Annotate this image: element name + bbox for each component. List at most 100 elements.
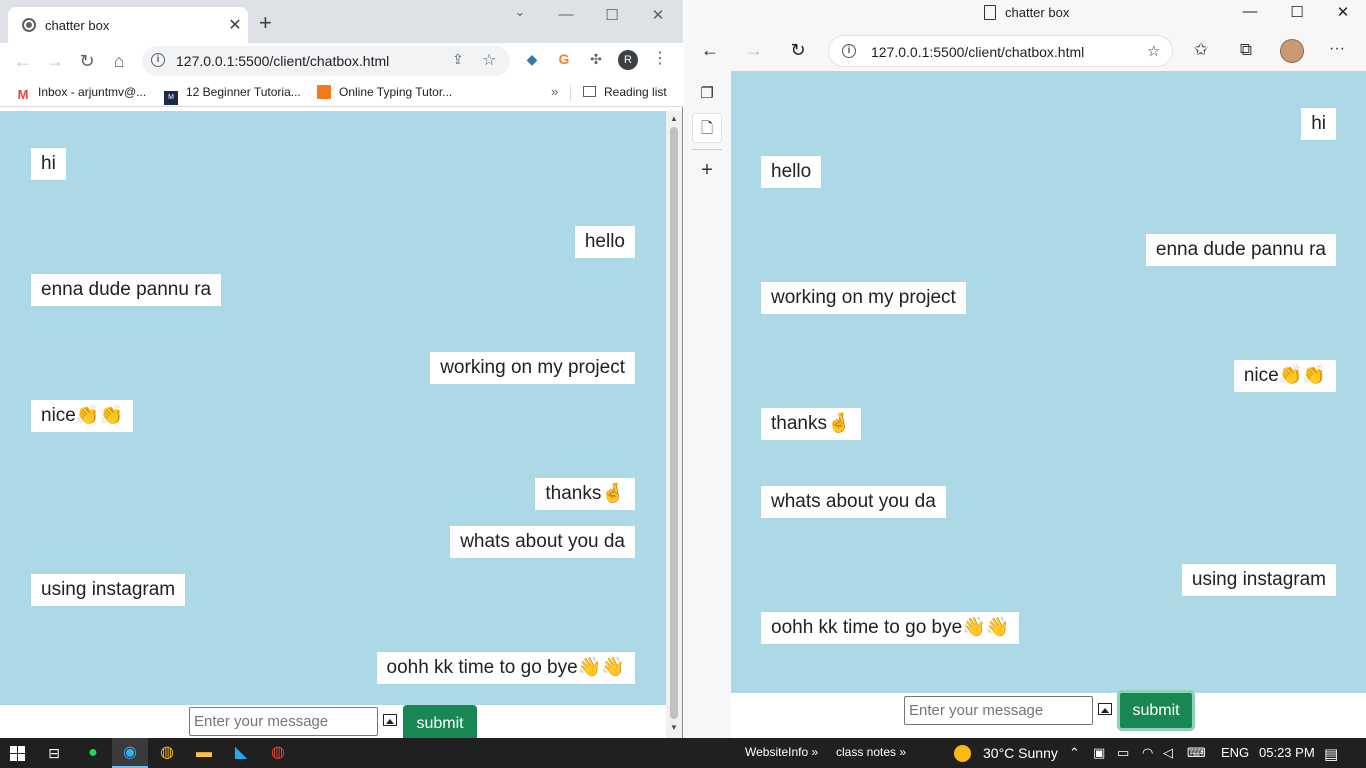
sun-weather-icon[interactable] [954, 745, 971, 762]
bookmark-label: Inbox - arjuntmv@... [38, 85, 147, 99]
scrollbar-thumb[interactable] [670, 127, 678, 719]
chat-message-left: nice👏👏 [31, 400, 134, 432]
minimize-icon[interactable]: — [1235, 3, 1265, 20]
tab-chatter-box[interactable]: chatter box ✕ [8, 7, 248, 43]
bookmarks-bar: M Inbox - arjuntmv@... M 12 Beginner Tutor… [0, 79, 683, 107]
chat-message-left: hi [31, 148, 66, 180]
battery-icon[interactable]: ▭ [1117, 745, 1129, 761]
address-bar[interactable]: i 127.0.0.1:5500/client/chatbox.html ☆ [828, 35, 1173, 67]
chat-message-right: oohh kk time to go bye👋👋 [376, 652, 635, 684]
favorites-icon[interactable]: ✩ [1190, 40, 1212, 60]
file-explorer-icon[interactable]: ▬ [186, 738, 222, 768]
home-icon[interactable]: ⌂ [108, 51, 130, 72]
edge-toolbar: ← → ↻ i 127.0.0.1:5500/client/chatbox.ht… [684, 30, 1366, 71]
address-bar[interactable]: i 127.0.0.1:5500/client/chatbox.html ⇪ ☆ [142, 46, 510, 76]
url-text[interactable]: 127.0.0.1:5500/client/chatbox.html [176, 53, 389, 69]
wifi-icon[interactable]: ◠ [1142, 745, 1153, 761]
chat-area: hi hello enna dude pannu ra working on m… [0, 111, 666, 705]
forward-icon[interactable]: → [743, 40, 765, 61]
reading-list-icon [583, 86, 596, 97]
close-tab-icon[interactable]: ✕ [226, 15, 244, 35]
chat-message-left: enna dude pannu ra [31, 274, 222, 306]
edge-titlebar: chatter box — ☐ ✕ [684, 0, 1366, 30]
image-upload-icon[interactable] [1098, 703, 1112, 715]
meet-now-icon[interactable]: ▣ [1093, 745, 1105, 761]
new-tab-button[interactable]: + [259, 12, 272, 34]
edge-window: chatter box — ☐ ✕ ← → ↻ i 127.0.0.1:5500… [684, 0, 1366, 738]
python-extension-icon[interactable]: ◆ [523, 50, 541, 68]
clock[interactable]: 05:23 PM [1259, 745, 1315, 760]
windows-start-icon[interactable] [10, 746, 25, 761]
bookmark-gmail[interactable]: M Inbox - arjuntmv@... [16, 85, 146, 102]
chrome-profile-taskbar-icon[interactable]: ◍ [260, 738, 296, 768]
back-icon[interactable]: ← [12, 51, 34, 72]
chat-message-left: thanks🤞 [761, 408, 861, 440]
task-view-icon[interactable]: ⊟ [36, 738, 72, 768]
close-window-icon[interactable]: ✕ [643, 6, 673, 24]
new-tab-button[interactable]: + [692, 155, 722, 185]
scroll-up-icon[interactable]: ▲ [670, 114, 678, 123]
keyboard-icon[interactable]: ⌨ [1187, 745, 1206, 761]
typing-tutor-icon [317, 85, 331, 99]
bookmarks-divider [570, 85, 571, 101]
page-scrollbar[interactable]: ▲ ▼ [666, 111, 682, 738]
url-text[interactable]: 127.0.0.1:5500/client/chatbox.html [871, 44, 1084, 60]
toolbar-websiteinfo[interactable]: WebsiteInfo » [745, 745, 818, 759]
notifications-icon[interactable]: ▤ [1324, 745, 1338, 763]
chrome-taskbar-icon[interactable]: ◍ [149, 738, 185, 768]
bookmark-typing-tutor[interactable]: Online Typing Tutor... [317, 85, 452, 99]
submit-button[interactable]: submit [1117, 690, 1195, 731]
minimize-icon[interactable]: — [551, 6, 581, 23]
tab-actions-icon[interactable]: ❐ [692, 79, 722, 109]
chat-message-left: working on my project [761, 282, 966, 314]
language-indicator[interactable]: ENG [1221, 745, 1249, 760]
site-info-icon[interactable]: i [151, 53, 165, 67]
site-info-icon[interactable]: i [842, 44, 856, 58]
toolbar-class-notes[interactable]: class notes » [836, 745, 906, 759]
gmail-icon: M [16, 87, 30, 102]
bookmark-star-icon[interactable]: ☆ [482, 50, 496, 70]
extensions-puzzle-icon[interactable]: ✣ [587, 50, 605, 68]
image-upload-icon[interactable] [383, 714, 397, 726]
back-icon[interactable]: ← [699, 40, 721, 61]
chat-input-bar: submit [731, 690, 1366, 738]
more-bookmarks-icon[interactable]: » [551, 84, 558, 99]
chat-message-right: using instagram [1181, 564, 1336, 596]
reload-icon[interactable]: ↻ [787, 40, 809, 61]
edge-taskbar-icon[interactable]: ◉ [112, 738, 148, 768]
weather-text[interactable]: 30°C Sunny [983, 745, 1058, 761]
globe-icon [22, 18, 36, 32]
reload-icon[interactable]: ↻ [76, 51, 98, 72]
close-window-icon[interactable]: ✕ [1328, 3, 1358, 21]
forward-icon[interactable]: → [44, 51, 66, 72]
bookmark-tutorials[interactable]: M 12 Beginner Tutoria... [164, 85, 301, 105]
chevron-up-icon[interactable]: ⌃ [1069, 745, 1080, 761]
maximize-icon[interactable]: ☐ [597, 6, 627, 24]
tab-search-icon[interactable]: ⌄ [505, 4, 535, 20]
chat-message-left: whats about you da [761, 486, 946, 518]
profile-avatar[interactable]: R [618, 50, 638, 70]
vscode-icon[interactable]: ◣ [223, 738, 259, 768]
profile-avatar[interactable] [1280, 39, 1304, 63]
chat-message-left: oohh kk time to go bye👋👋 [761, 612, 1020, 644]
window-title: chatter box [1005, 5, 1070, 20]
chat-message-right: enna dude pannu ra [1145, 234, 1336, 266]
add-favorite-icon[interactable]: ☆ [1147, 42, 1160, 60]
spotify-icon[interactable]: ● [75, 738, 111, 768]
scroll-down-icon[interactable]: ▼ [670, 723, 678, 732]
settings-more-icon[interactable]: ··· [1329, 40, 1345, 58]
volume-icon[interactable]: ◁ [1163, 745, 1173, 761]
toolbar-label: class notes [836, 745, 897, 759]
message-input[interactable] [189, 707, 378, 736]
message-input[interactable] [904, 696, 1093, 725]
collections-icon[interactable]: ⧉ [1235, 40, 1257, 60]
grammarly-extension-icon[interactable]: G [555, 50, 573, 68]
maximize-icon[interactable]: ☐ [1282, 3, 1312, 21]
share-icon[interactable]: ⇪ [452, 51, 464, 68]
tab-chatter-box[interactable]: 🗋 [692, 113, 722, 143]
chat-message-left: using instagram [31, 574, 186, 606]
reading-list-button[interactable]: Reading list [583, 85, 667, 99]
chat-message-right: thanks🤞 [535, 478, 635, 510]
chat-message-right: hi [1301, 108, 1336, 140]
chrome-menu-icon[interactable]: ⋮ [652, 48, 668, 68]
